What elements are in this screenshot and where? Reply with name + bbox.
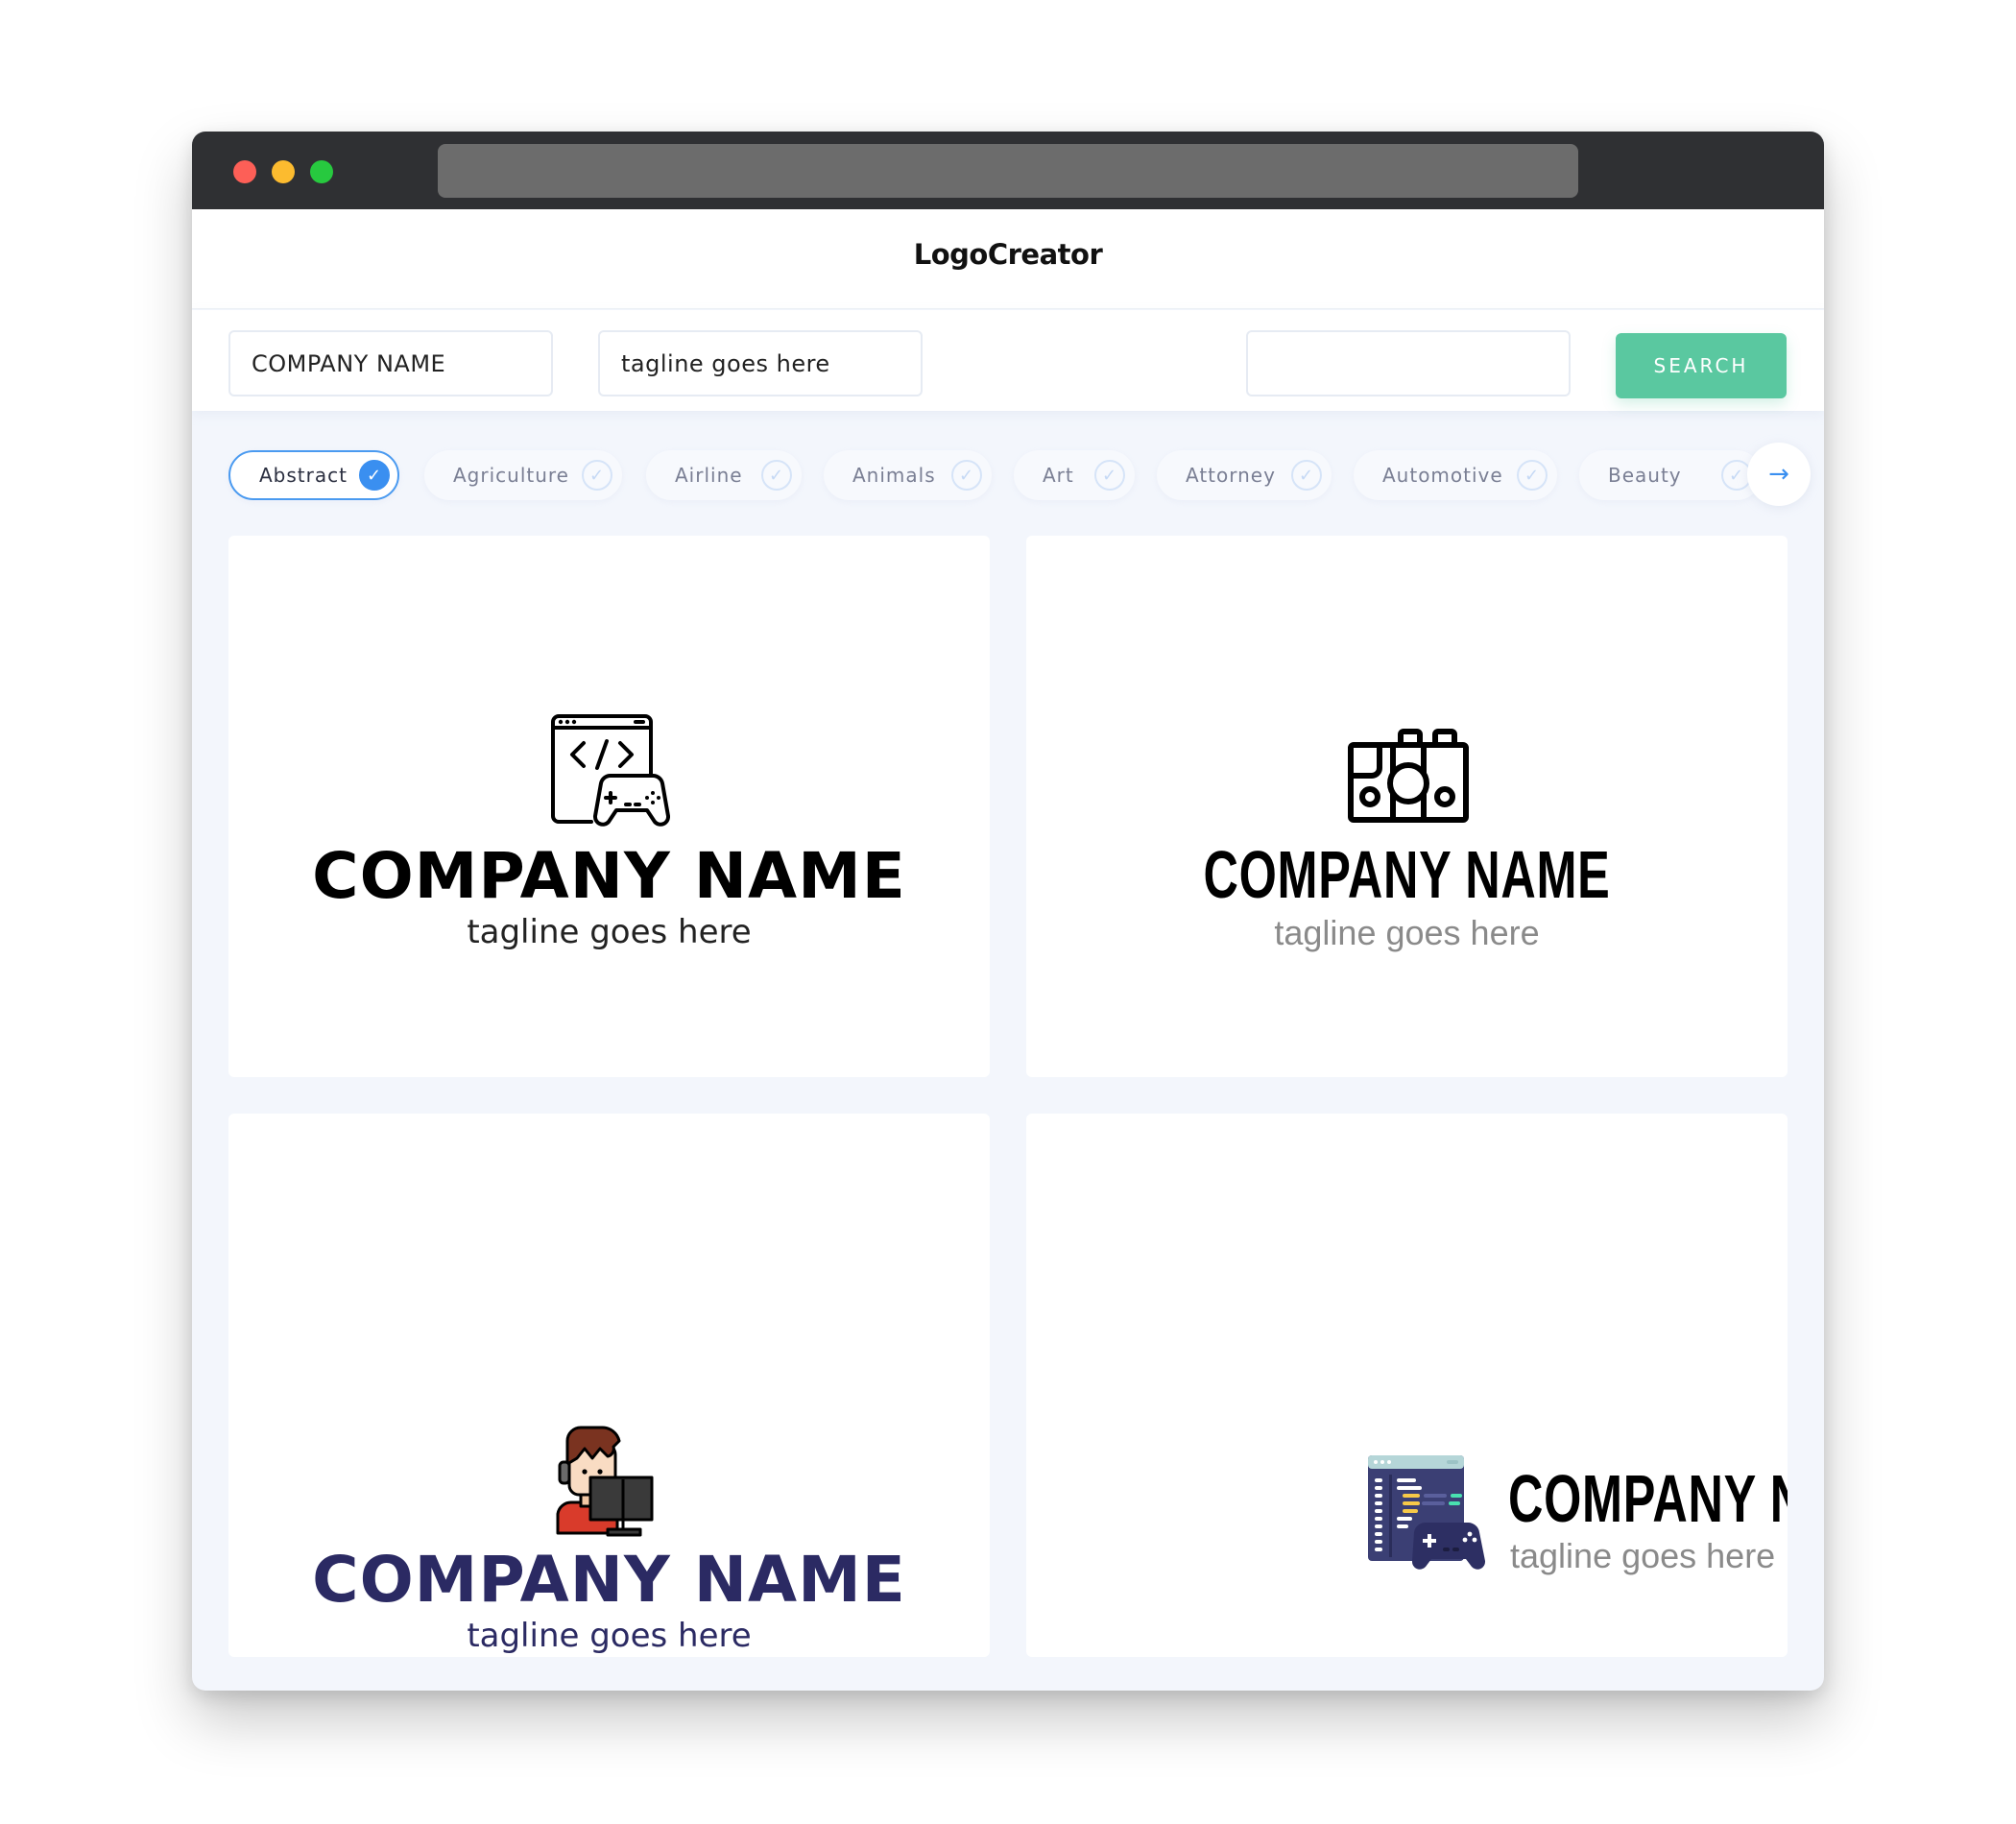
title-bar — [192, 132, 1824, 209]
next-categories-button[interactable]: → — [1747, 443, 1811, 506]
app-title: LogoCreator — [913, 238, 1103, 271]
logo-company-name: COMPANY NAME — [312, 839, 906, 913]
category-chip-automotive[interactable]: Automotive ✓ — [1354, 450, 1557, 500]
check-icon: ✓ — [1291, 460, 1322, 491]
chip-label: Airline — [675, 464, 743, 487]
logo-card[interactable]: COMPANY NAME tagline goes here — [1026, 536, 1788, 1077]
browser-window: LogoCreator COMPANY NAME tagline goes he… — [192, 132, 1824, 1691]
close-window-button[interactable] — [233, 160, 256, 183]
category-chip-animals[interactable]: Animals ✓ — [824, 450, 992, 500]
camera-icon — [1348, 729, 1469, 823]
logo-card[interactable]: COMPANY NAME tagline goes here — [228, 1114, 990, 1657]
logo-tagline: tagline goes here — [467, 1617, 752, 1655]
logo-company-name: COMPANY NAME — [1508, 1461, 1788, 1536]
keyword-input[interactable] — [1246, 330, 1571, 396]
company-name-input[interactable]: COMPANY NAME — [228, 330, 553, 396]
check-icon: ✓ — [1094, 460, 1125, 491]
category-chip-beauty[interactable]: Beauty ✓ — [1579, 450, 1762, 500]
maximize-window-button[interactable] — [310, 160, 333, 183]
check-icon: ✓ — [582, 460, 612, 491]
chip-label: Automotive — [1382, 464, 1503, 487]
code-editor-gamepad-icon — [1368, 1455, 1486, 1570]
check-icon: ✓ — [951, 460, 982, 491]
search-row: COMPANY NAME tagline goes here SEARCH — [192, 310, 1824, 411]
minimize-window-button[interactable] — [272, 160, 295, 183]
logo-card[interactable]: COMPANY NAME tagline goes here — [228, 536, 990, 1077]
category-chip-attorney[interactable]: Attorney ✓ — [1157, 450, 1332, 500]
gamer-at-computer-icon — [556, 1426, 654, 1537]
logo-tagline: tagline goes here — [1274, 913, 1540, 952]
chip-label: Art — [1043, 464, 1074, 487]
arrow-right-icon: → — [1768, 460, 1789, 489]
code-window-gamepad-icon — [551, 714, 670, 827]
chip-label: Beauty — [1608, 464, 1682, 487]
check-icon: ✓ — [1517, 460, 1548, 491]
check-icon: ✓ — [761, 460, 792, 491]
category-filter-bar: Abstract ✓ Agriculture ✓ Airline ✓ Anima… — [228, 443, 1811, 506]
logo-tagline: tagline goes here — [467, 913, 752, 951]
tagline-input[interactable]: tagline goes here — [598, 330, 923, 396]
chip-label: Abstract — [259, 464, 348, 487]
logo-company-name: COMPANY NAME — [312, 1543, 906, 1617]
app-header: LogoCreator — [192, 209, 1824, 309]
chip-label: Attorney — [1186, 464, 1276, 487]
category-chip-abstract[interactable]: Abstract ✓ — [228, 450, 399, 500]
check-icon: ✓ — [359, 460, 390, 491]
logo-card[interactable]: COMPANY NAME tagline goes here — [1026, 1114, 1788, 1657]
chip-label: Animals — [852, 464, 936, 487]
logo-company-name: COMPANY NAME — [1203, 837, 1611, 912]
chip-label: Agriculture — [453, 464, 569, 487]
category-chip-agriculture[interactable]: Agriculture ✓ — [424, 450, 622, 500]
category-chip-airline[interactable]: Airline ✓ — [646, 450, 802, 500]
category-chip-art[interactable]: Art ✓ — [1014, 450, 1135, 500]
search-button[interactable]: SEARCH — [1616, 333, 1787, 398]
address-bar[interactable] — [438, 144, 1578, 198]
logo-tagline: tagline goes here — [1510, 1536, 1776, 1575]
